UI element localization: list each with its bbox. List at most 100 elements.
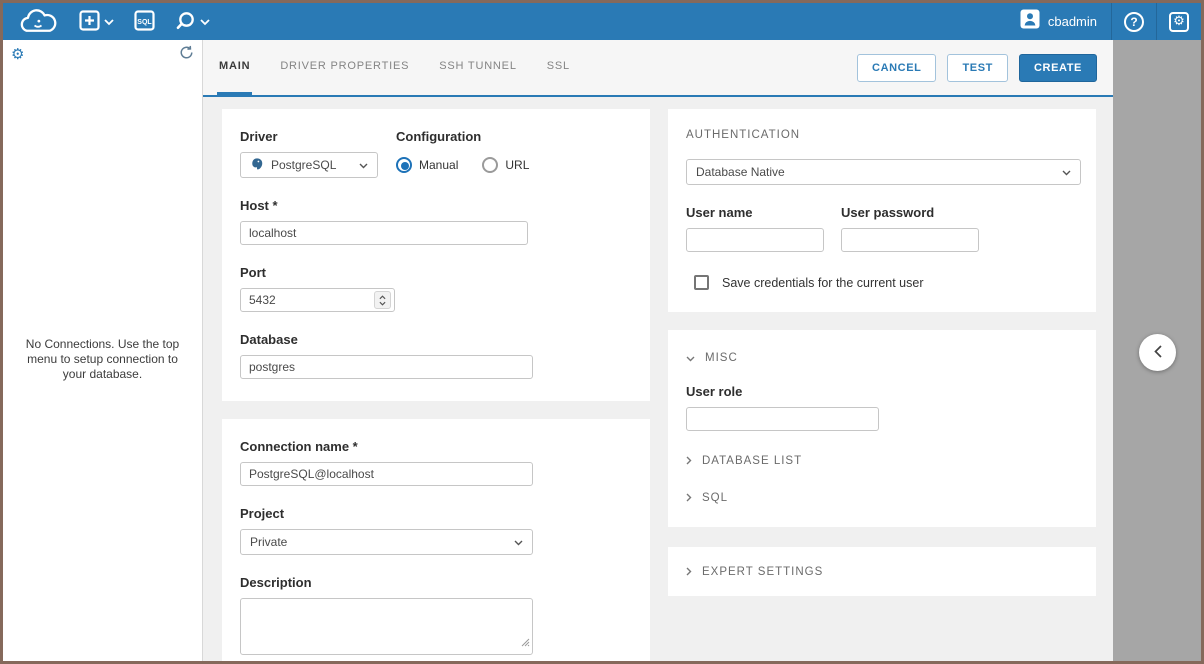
save-credentials-option[interactable]: Save credentials for the current user: [686, 275, 1078, 290]
new-connection-button[interactable]: [69, 3, 124, 40]
port-label: Port: [240, 265, 632, 280]
cloudbeaver-window: SQL: [0, 0, 1204, 664]
user-icon: [1020, 9, 1040, 34]
expert-settings-section-label: EXPERT SETTINGS: [702, 566, 823, 578]
misc-section-toggle[interactable]: MISC: [686, 350, 738, 365]
misc-card: MISC User role DATABASE LIST: [668, 330, 1096, 527]
sql-section-toggle[interactable]: SQL: [686, 490, 728, 505]
sql-section-label: SQL: [702, 492, 728, 504]
gear-icon: ⚙: [11, 47, 24, 62]
user-menu[interactable]: cbadmin: [1006, 3, 1111, 40]
configuration-radio-group: Manual URL: [396, 152, 529, 178]
chevron-right-icon: [686, 453, 692, 468]
sql-editor-button[interactable]: SQL: [124, 3, 165, 40]
connection-name-input[interactable]: [240, 462, 533, 486]
form-content: Driver PostgreSQL: [203, 97, 1113, 661]
authentication-card: AUTHENTICATION Database Native User name: [668, 109, 1096, 312]
radio-selected-icon: [396, 157, 412, 173]
chevron-down-icon: [1062, 165, 1071, 179]
connection-dialog: MAIN DRIVER PROPERTIES SSH TUNNEL SSL CA…: [203, 40, 1113, 661]
project-select[interactable]: Private: [240, 529, 533, 555]
authentication-method-value: Database Native: [696, 165, 1055, 179]
navigation-sidebar: ⚙ No Connections. Use the top menu to se…: [3, 40, 203, 661]
cancel-button[interactable]: CANCEL: [857, 54, 936, 82]
database-input[interactable]: [240, 355, 533, 379]
topbar-left-group: SQL: [3, 3, 220, 40]
topbar-right-group: cbadmin ? ⚙: [1006, 3, 1201, 40]
tab-ssh-tunnel[interactable]: SSH TUNNEL: [437, 40, 518, 95]
tab-driver-properties[interactable]: DRIVER PROPERTIES: [278, 40, 411, 95]
description-label: Description: [240, 575, 632, 590]
radio-url[interactable]: URL: [482, 157, 529, 173]
database-list-section-toggle[interactable]: DATABASE LIST: [686, 453, 802, 468]
host-input[interactable]: [240, 221, 528, 245]
test-button[interactable]: TEST: [947, 54, 1008, 82]
driver-select-value: PostgreSQL: [271, 158, 352, 172]
database-label: Database: [240, 332, 632, 347]
authentication-method-select[interactable]: Database Native: [686, 159, 1081, 185]
left-column: Driver PostgreSQL: [222, 109, 650, 661]
settings-button[interactable]: ⚙: [1157, 3, 1201, 40]
database-list-section-label: DATABASE LIST: [702, 455, 802, 467]
sql-icon: SQL: [134, 10, 155, 34]
svg-text:SQL: SQL: [137, 18, 152, 25]
project-label: Project: [240, 506, 632, 521]
chevron-down-icon: [514, 535, 523, 549]
description-field: [240, 598, 533, 655]
help-button[interactable]: ?: [1112, 3, 1156, 40]
help-icon: ?: [1124, 12, 1144, 32]
chevron-down-icon: [104, 14, 114, 29]
checkbox-unchecked-icon[interactable]: [694, 275, 709, 290]
driver-manager-icon: [175, 10, 196, 34]
plus-square-icon: [79, 10, 100, 34]
connection-settings-card: Driver PostgreSQL: [222, 109, 650, 401]
user-role-input[interactable]: [686, 407, 879, 431]
configuration-label: Configuration: [396, 129, 529, 144]
chevron-down-icon: [686, 350, 695, 365]
chevron-right-icon: [686, 490, 692, 505]
port-field: [240, 288, 395, 312]
tab-main[interactable]: MAIN: [217, 40, 252, 95]
connection-name-card: Connection name * Project Private: [222, 419, 650, 661]
user-password-label: User password: [841, 205, 979, 220]
driver-select[interactable]: PostgreSQL: [240, 152, 378, 178]
collapsed-panel-rail: [1113, 40, 1201, 661]
sidebar-settings-button[interactable]: ⚙: [11, 47, 24, 62]
save-credentials-label: Save credentials for the current user: [722, 276, 924, 290]
radio-manual[interactable]: Manual: [396, 157, 458, 173]
gear-icon: ⚙: [1169, 12, 1189, 32]
top-bar: SQL: [3, 3, 1201, 40]
user-name-label: User name: [686, 205, 824, 220]
sidebar-toolbar: ⚙: [3, 40, 202, 68]
project-select-value: Private: [250, 535, 507, 549]
radio-manual-label: Manual: [419, 158, 458, 172]
refresh-icon: [179, 45, 194, 63]
empty-connections-message: No Connections. Use the top menu to setu…: [3, 337, 202, 382]
cloudbeaver-logo-icon[interactable]: [15, 7, 61, 37]
port-stepper[interactable]: [374, 291, 391, 309]
dialog-actions: CANCEL TEST CREATE: [857, 40, 1097, 95]
host-label: Host *: [240, 198, 632, 213]
driver-manager-button[interactable]: [165, 3, 220, 40]
port-input[interactable]: [240, 288, 395, 312]
tab-ssl[interactable]: SSL: [545, 40, 572, 95]
create-button[interactable]: CREATE: [1019, 54, 1097, 82]
tabs: MAIN DRIVER PROPERTIES SSH TUNNEL SSL: [217, 40, 572, 95]
expert-settings-card: EXPERT SETTINGS: [668, 547, 1096, 596]
tab-bar: MAIN DRIVER PROPERTIES SSH TUNNEL SSL CA…: [203, 40, 1113, 97]
driver-label: Driver: [240, 129, 378, 144]
sidebar-refresh-button[interactable]: [179, 45, 194, 63]
radio-url-label: URL: [505, 158, 529, 172]
resize-handle-icon[interactable]: [521, 634, 530, 652]
user-password-input[interactable]: [841, 228, 979, 252]
user-role-label: User role: [686, 384, 1078, 399]
expert-settings-section-toggle[interactable]: EXPERT SETTINGS: [686, 564, 823, 579]
authentication-section-label: AUTHENTICATION: [686, 129, 1078, 141]
chevron-down-icon: [200, 14, 210, 29]
description-textarea[interactable]: [240, 598, 533, 655]
misc-section-label: MISC: [705, 352, 738, 364]
collapse-panel-button[interactable]: [1139, 334, 1176, 371]
postgresql-icon: [250, 157, 264, 174]
connection-name-label: Connection name *: [240, 439, 632, 454]
user-name-input[interactable]: [686, 228, 824, 252]
